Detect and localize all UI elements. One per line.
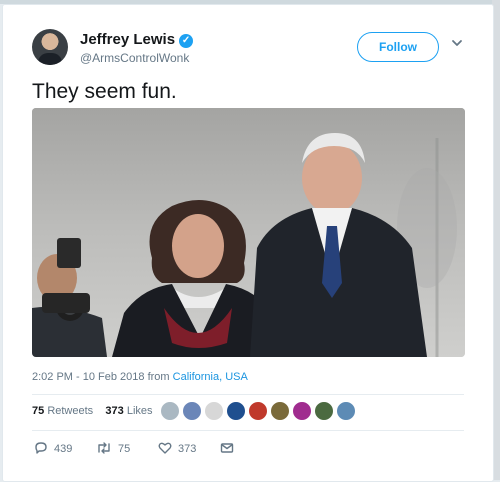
- retweet-count: 75: [118, 443, 131, 455]
- tweet-text: They seem fun.: [32, 80, 177, 103]
- liker-avatar[interactable]: [226, 401, 246, 421]
- timestamp-text[interactable]: 2:02 PM - 10 Feb 2018 from: [32, 371, 173, 383]
- liker-avatar[interactable]: [270, 401, 290, 421]
- direct-message-button[interactable]: [220, 441, 240, 457]
- likes-count: 373: [105, 405, 124, 417]
- tweet-timestamp: 2:02 PM - 10 Feb 2018 from California, U…: [32, 371, 248, 383]
- author-handle[interactable]: @ArmsControlWonk: [80, 51, 189, 65]
- retweets-count: 75: [32, 405, 45, 417]
- engagement-stats: 75 Retweets 373 Likes: [32, 405, 153, 417]
- location-link[interactable]: California, USA: [173, 371, 248, 383]
- retweets-stat[interactable]: 75 Retweets: [32, 405, 93, 417]
- chevron-down-icon[interactable]: [450, 36, 464, 50]
- likes-stat[interactable]: 373 Likes: [105, 405, 152, 417]
- reply-count: 439: [54, 443, 73, 455]
- verified-badge-icon: ✓: [179, 34, 194, 48]
- reply-button[interactable]: 439: [34, 441, 72, 457]
- liker-avatar[interactable]: [160, 401, 180, 421]
- divider: [32, 394, 464, 395]
- retweet-icon: [98, 442, 110, 454]
- author-name-text[interactable]: Jeffrey Lewis: [80, 31, 175, 48]
- retweet-button[interactable]: 75: [96, 441, 130, 457]
- follow-button[interactable]: Follow: [357, 32, 439, 62]
- retweets-label: Retweets: [47, 405, 94, 417]
- like-count: 373: [178, 443, 197, 455]
- liker-avatar[interactable]: [292, 401, 312, 421]
- photo-illustration: [32, 108, 465, 357]
- heart-icon: [158, 442, 172, 454]
- author-name[interactable]: Jeffrey Lewis ✓: [80, 31, 194, 48]
- liker-avatar[interactable]: [314, 401, 334, 421]
- reply-icon: [35, 442, 47, 454]
- tweet-photo[interactable]: [32, 108, 465, 357]
- avatar[interactable]: [32, 29, 68, 65]
- envelope-icon: [220, 443, 234, 453]
- like-button[interactable]: 373: [158, 441, 196, 457]
- liker-avatar[interactable]: [248, 401, 268, 421]
- liker-avatar[interactable]: [336, 401, 356, 421]
- likes-label: Likes: [126, 405, 153, 417]
- liker-avatar[interactable]: [182, 401, 202, 421]
- divider: [32, 430, 464, 431]
- liker-avatar[interactable]: [204, 401, 224, 421]
